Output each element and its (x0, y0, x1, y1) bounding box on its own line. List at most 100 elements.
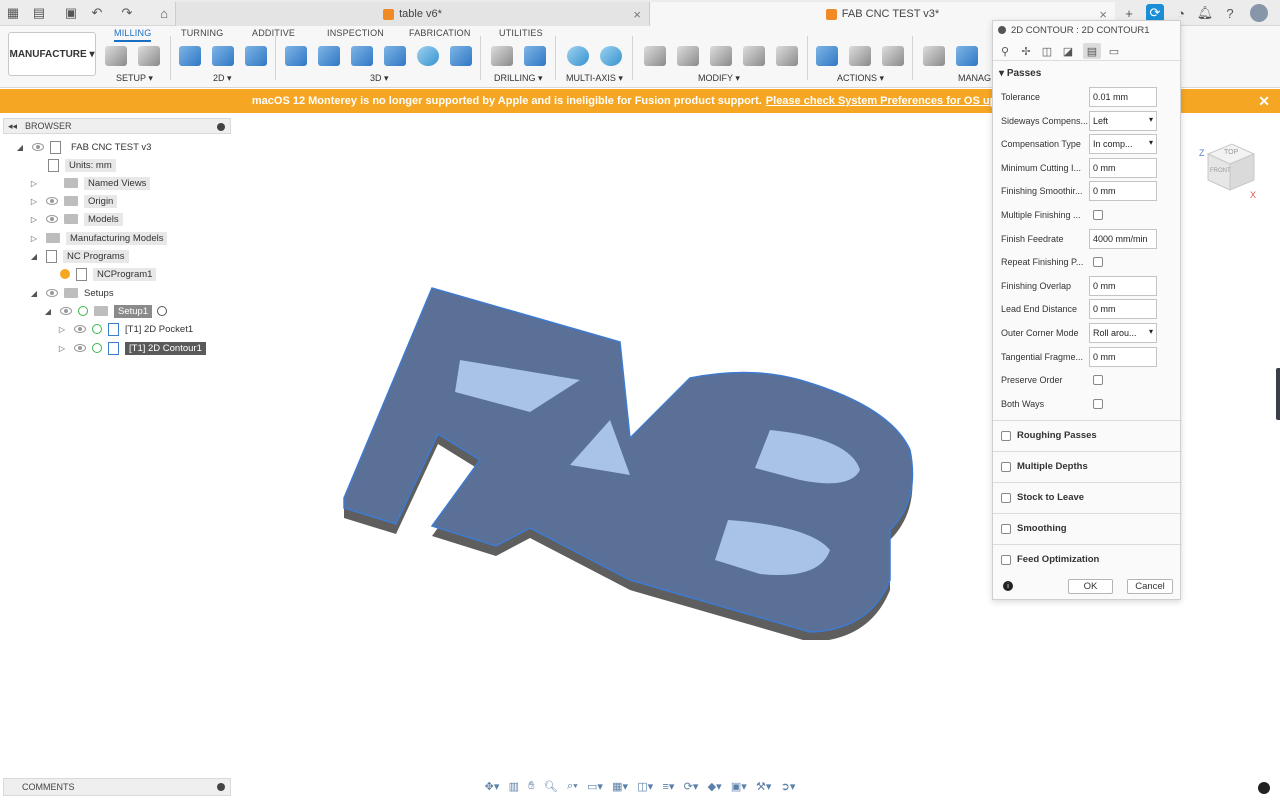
grid-settings-icon[interactable]: ▦▾ (612, 780, 628, 793)
camera-icon[interactable]: ▣▾ (731, 780, 747, 793)
pan-icon[interactable]: ✋︎ (528, 780, 534, 793)
tab-fabrication[interactable]: FABRICATION (409, 28, 471, 38)
workspace-switcher[interactable]: MANUFACTURE ▾ (8, 32, 96, 76)
swarf-tool[interactable] (598, 44, 624, 68)
visibility-icon[interactable] (74, 344, 86, 352)
visibility-icon[interactable] (32, 143, 44, 151)
help-icon[interactable]: ? (1221, 4, 1239, 22)
drill-tool[interactable] (489, 44, 515, 68)
tab-heights-icon[interactable]: ◫ (1038, 43, 1056, 59)
pin-icon[interactable] (217, 123, 225, 131)
comments-panel[interactable]: COMMENTS (3, 778, 231, 796)
finishing-overlap-input[interactable]: 0 mm (1089, 276, 1157, 296)
new-setup-tool[interactable] (103, 44, 129, 68)
save-icon[interactable]: ▣ (62, 4, 80, 22)
tree-item-nc-programs[interactable]: ◢ NC Programs (30, 248, 129, 264)
tab-inspection[interactable]: INSPECTION (327, 28, 384, 38)
feedback-icon[interactable] (1258, 782, 1270, 794)
tab-geometry-icon[interactable]: ✢ (1017, 43, 1035, 59)
compensation-type-select[interactable]: In comp... ▾ (1089, 134, 1157, 154)
expand-icon[interactable]: ▷ (30, 234, 38, 243)
tree-item-pocket1[interactable]: ▷ [T1] 2D Pocket1 (58, 321, 193, 337)
banner-link[interactable]: Please check System Preferences for OS u… (766, 95, 1028, 107)
dialog-menu-icon[interactable] (998, 26, 1006, 34)
expand-icon[interactable]: ▷ (30, 197, 38, 206)
tool-display-icon[interactable]: ⚒▾ (756, 780, 771, 793)
target-icon[interactable] (157, 306, 168, 316)
repeat-finishing-checkbox[interactable] (1093, 257, 1103, 267)
toolpath-display-icon[interactable]: ≡▾ (662, 780, 674, 793)
setup-sheet-tool[interactable] (880, 44, 906, 68)
zoom-icon[interactable]: 🔍︎ (544, 780, 558, 793)
machine-library-tool[interactable] (954, 44, 980, 68)
3d-adaptive-tool[interactable] (283, 44, 309, 68)
display-settings-icon[interactable]: ▭▾ (587, 780, 603, 793)
section-smoothing[interactable]: Smoothing (993, 513, 1182, 543)
group-drilling[interactable]: DRILLING ▾ (494, 73, 543, 84)
expand-icon[interactable]: ▷ (58, 344, 66, 353)
info-icon[interactable]: i (1003, 581, 1013, 591)
group-3d[interactable]: 3D ▾ (370, 73, 389, 84)
viewcube[interactable]: TOP FRONT Z X (1198, 138, 1258, 198)
collapse-icon[interactable]: ◂◂ (8, 121, 17, 132)
section-roughing-passes[interactable]: Roughing Passes (993, 420, 1182, 450)
multiple-finishing-checkbox[interactable] (1093, 210, 1103, 220)
close-tab-icon[interactable]: × (633, 7, 641, 22)
viewports-icon[interactable]: ◫▾ (637, 780, 653, 793)
tree-item-manufacturing-models[interactable]: ▷ Manufacturing Models (30, 230, 168, 246)
browser-header[interactable]: ◂◂ BROWSER (3, 118, 231, 134)
group-modify[interactable]: MODIFY ▾ (698, 73, 740, 84)
expand-icon[interactable]: ▷ (58, 325, 66, 334)
section-feed-optimization[interactable]: Feed Optimization (993, 544, 1182, 574)
smoothing-checkbox[interactable] (1001, 523, 1011, 534)
simulation-icon[interactable]: ➲▾ (781, 780, 796, 793)
visibility-icon[interactable] (46, 289, 58, 297)
visibility-icon[interactable] (46, 215, 58, 223)
feed-optimization-checkbox[interactable] (1001, 554, 1011, 565)
face-tool[interactable] (243, 44, 269, 68)
2d-pocket-tool[interactable] (210, 44, 236, 68)
modify-manual-tool[interactable] (774, 44, 800, 68)
undo-icon[interactable]: ↶ (88, 4, 106, 22)
fit-icon[interactable]: ⌕▾ (567, 780, 578, 793)
tab-chart-icon[interactable]: ▭ (1105, 43, 1123, 59)
tab-additive[interactable]: ADDITIVE (252, 28, 295, 38)
dialog-title-bar[interactable]: 2D CONTOUR : 2D CONTOUR1 (993, 21, 1180, 39)
tree-item-contour1[interactable]: ▷ [T1] 2D Contour1 (58, 340, 206, 356)
outer-corner-mode-select[interactable]: Roll arou... ▾ (1089, 323, 1157, 343)
preserve-order-checkbox[interactable] (1093, 375, 1103, 385)
stock-to-leave-checkbox[interactable] (1001, 492, 1011, 503)
3d-pocket-tool[interactable] (316, 44, 342, 68)
tolerance-input[interactable]: 0.01 mm (1089, 87, 1157, 107)
tab-utilities[interactable]: UTILITIES (499, 28, 543, 38)
tab-passes-icon[interactable]: ◪ (1059, 43, 1077, 59)
expand-icon[interactable]: ◢ (30, 252, 38, 261)
modify-delete-tool[interactable] (675, 44, 701, 68)
expand-icon[interactable]: ◢ (16, 143, 24, 152)
expand-icon[interactable]: ◢ (30, 289, 38, 298)
file-icon[interactable]: ▤ (30, 4, 48, 22)
document-tab-table[interactable]: table v6* × (175, 2, 650, 26)
expand-icon[interactable]: ◢ (44, 307, 52, 316)
3d-model-viewport[interactable] (330, 280, 930, 640)
rotate-icon[interactable]: ⟳▾ (684, 780, 699, 793)
close-icon[interactable]: ✕ (1258, 93, 1270, 110)
group-actions[interactable]: ACTIONS ▾ (837, 73, 884, 84)
tangential-fragment-input[interactable]: 0 mm (1089, 347, 1157, 367)
tree-item-ncprogram1[interactable]: NCProgram1 (60, 266, 157, 282)
simulate-tool[interactable] (814, 44, 840, 68)
visibility-icon[interactable] (74, 325, 86, 333)
group-multi-axis[interactable]: MULTI-AXIS ▾ (566, 73, 623, 84)
expand-icon[interactable]: ▷ (30, 215, 38, 224)
tree-item-origin[interactable]: ▷ Origin (30, 193, 118, 209)
group-2d[interactable]: 2D ▾ (213, 73, 232, 84)
modify-pattern-tool[interactable] (741, 44, 767, 68)
finishing-smoothing-input[interactable]: 0 mm (1089, 181, 1157, 201)
grid-menu-icon[interactable]: ▦ (4, 4, 22, 22)
ok-button[interactable]: OK (1068, 579, 1113, 594)
contour-3d-tool[interactable] (448, 44, 474, 68)
tree-root[interactable]: ◢ FAB CNC TEST v3 (16, 139, 151, 155)
expand-icon[interactable]: ▷ (30, 179, 38, 188)
cancel-button[interactable]: Cancel (1127, 579, 1173, 594)
scallop-tool[interactable] (415, 44, 441, 68)
